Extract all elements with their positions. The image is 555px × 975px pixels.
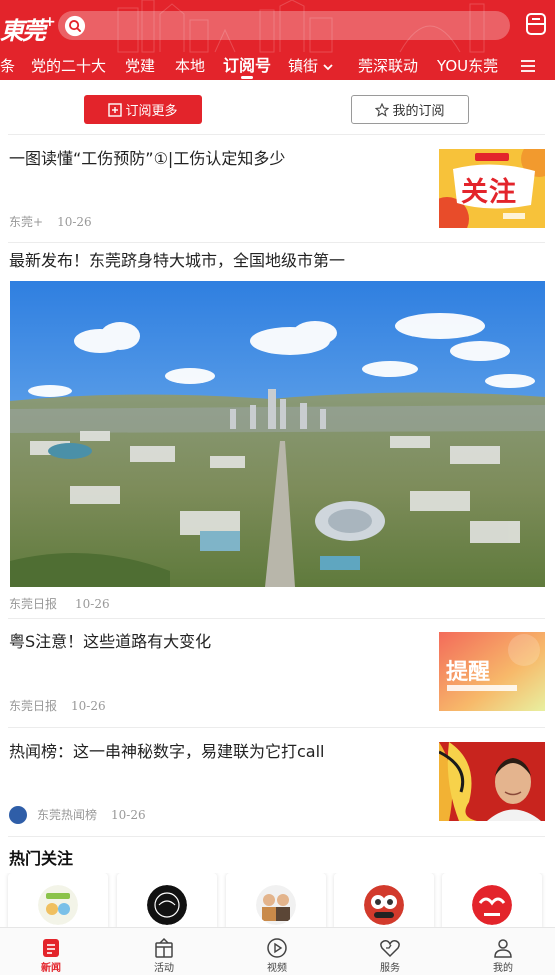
app-logo[interactable]: 東莞+ [0,6,56,46]
top-header: 東莞+ 条 党的二十大 党建 本地 订阅号 镇街 莞深联动 YOU东莞 [0,0,555,80]
channel-list-icon[interactable] [520,58,536,74]
hot-follow-title: 热门关注 [9,849,74,868]
activity-icon [155,937,173,958]
news-title-3[interactable]: 粤S注意！这些道路有大变化 [9,630,211,654]
tab-video[interactable]: 视频 [247,928,307,975]
tab-mine[interactable]: 我的 [473,928,533,975]
source-logo-icon [9,805,27,824]
channel-tab-3[interactable]: 本地 [175,52,205,80]
news-meta-2: 东莞日报 10-26 [9,595,110,612]
news-title-4[interactable]: 热闻榜：这一串神秘数字，易建联为它打call [9,740,325,764]
channel-tab-2[interactable]: 党建 [125,52,155,80]
search-input[interactable] [86,11,510,40]
channel-tab-4[interactable]: 订阅号 [223,52,271,80]
divider [8,836,545,837]
tab-activity-label: 活动 [154,963,174,974]
news-title-2[interactable]: 最新发布！东莞跻身特大城市，全国地级市第一 [9,249,345,273]
channel-tab-5-label: 镇街 [288,57,319,75]
divider [8,618,545,619]
user-icon [494,939,512,958]
follow-avatar [364,885,404,925]
plus-box-icon [108,102,123,117]
logo-text: 東莞 [0,16,46,45]
follow-card[interactable] [334,873,434,928]
channel-tab-0[interactable]: 条 [0,52,15,80]
news-meta-3: 东莞日报 10-26 [9,697,106,714]
tab-news-label: 新闻 [41,963,61,974]
channel-tab-6[interactable]: 莞深联动 [358,52,418,80]
subscribe-more-button[interactable]: 订阅更多 [84,95,202,124]
divider [8,242,545,243]
city-aerial-photo[interactable] [10,281,545,587]
news-thumb-3-text: 提醒 [446,660,491,685]
city-aerial-image [10,281,545,587]
follow-avatar [256,885,296,925]
search-bar[interactable] [58,11,510,40]
athlete-photo-image [439,742,545,821]
header-menu-icon[interactable] [525,12,547,36]
news-source-3: 东莞日报 [9,699,58,713]
divider [8,134,545,135]
follow-avatar [472,885,512,925]
video-play-icon [267,938,287,958]
dongguan-logo-avatar-icon [472,885,512,925]
kids-channel-avatar-icon [38,885,78,925]
hot-follow-list [0,873,555,928]
channel-tab-5[interactable]: 镇街 [288,52,334,80]
follow-avatar [147,885,187,925]
news-source-2: 东莞日报 [9,597,58,611]
follow-card[interactable] [442,873,542,928]
search-icon [64,15,86,36]
channel-tab-1[interactable]: 党的二十大 [31,52,106,80]
tab-service-label: 服务 [380,963,400,974]
news-meta-4: 东莞热闻榜 10-26 [9,805,146,825]
news-title-1[interactable]: 一图读懂“工伤预防”①|工伤认定知多少 [9,147,285,171]
news-thumb-4[interactable] [439,742,545,821]
news-source-4: 东莞热闻榜 [37,808,98,822]
two-hosts-avatar-icon [256,885,296,925]
subscribe-bar: 订阅更多 我的订阅 [0,80,555,135]
tab-mine-label: 我的 [493,963,513,974]
divider [8,727,545,728]
news-time-2: 10-26 [75,597,110,611]
tab-service[interactable]: 服务 [360,928,420,975]
channel-tabs: 条 党的二十大 党建 本地 订阅号 镇街 莞深联动 YOU东莞 [0,52,555,80]
news-thumb-3[interactable]: 提醒 [439,632,545,711]
news-time-1: 10-26 [57,215,92,229]
news-thumb-1[interactable]: 关注 [439,149,545,228]
news-thumb-1-text: 关注 [461,177,517,208]
tab-activity[interactable]: 活动 [134,928,194,975]
tab-video-label: 视频 [267,963,287,974]
news-time-3: 10-26 [71,699,106,713]
subscribe-more-label: 订阅更多 [125,104,178,119]
heart-service-icon [380,940,400,958]
channel-tab-7[interactable]: YOU东莞 [437,52,498,80]
follow-card[interactable] [226,873,326,928]
chevron-down-icon [323,63,333,70]
tab-news[interactable]: 新闻 [21,928,81,975]
cartoon-duo-avatar-icon [364,885,404,925]
bottom-tab-bar: 新闻 活动 视频 服务 我的 [0,927,555,975]
news-icon [43,939,59,957]
follow-card[interactable] [117,873,217,928]
logo-plus: + [44,14,56,30]
black-badge-avatar-icon [147,885,187,925]
news-time-4: 10-26 [111,808,146,822]
news-source-1: 东莞+ [9,215,44,229]
my-subscriptions-button[interactable]: 我的订阅 [351,95,469,124]
follow-card[interactable] [8,873,108,928]
news-meta-1: 东莞+ 10-26 [9,213,92,230]
star-icon [375,102,390,117]
follow-avatar [38,885,78,925]
my-subscriptions-label: 我的订阅 [392,104,445,119]
